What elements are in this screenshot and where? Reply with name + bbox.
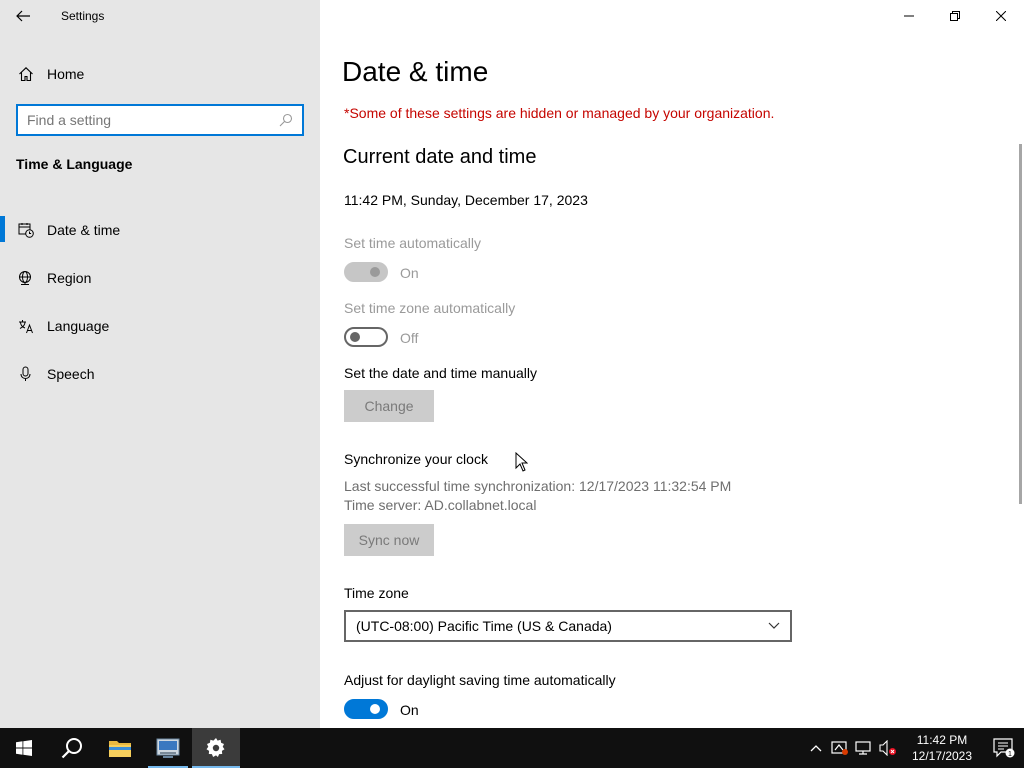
sidebar-item-label: Region — [47, 270, 92, 286]
home-icon — [17, 65, 35, 83]
dst-toggle[interactable] — [344, 699, 388, 719]
taskbar-search-button[interactable] — [48, 728, 96, 768]
sidebar-item-speech[interactable]: Speech — [0, 350, 320, 398]
dst-label: Adjust for daylight saving time automati… — [344, 672, 616, 688]
org-managed-note: *Some of these settings are hidden or ma… — [344, 105, 775, 121]
sidebar: Settings Home Time & Language Date & tim… — [0, 0, 320, 728]
section-title: Time & Language — [16, 156, 133, 172]
action-center-button[interactable]: 1 — [984, 728, 1024, 768]
start-button[interactable] — [0, 728, 48, 768]
window-controls — [886, 0, 1024, 32]
chevron-up-icon — [810, 745, 822, 752]
close-icon — [996, 11, 1006, 21]
close-button[interactable] — [978, 0, 1024, 32]
search-icon — [61, 738, 82, 759]
time-server-text: Time server: AD.collabnet.local — [344, 497, 537, 513]
sync-clock-heading: Synchronize your clock — [344, 451, 488, 467]
sidebar-item-label: Speech — [47, 366, 95, 382]
taskbar-file-explorer[interactable] — [96, 728, 144, 768]
search-box — [16, 104, 304, 136]
page-title: Date & time — [342, 56, 489, 87]
set-time-auto-label: Set time automatically — [344, 235, 481, 251]
network-icon — [855, 741, 871, 755]
sidebar-item-language[interactable]: Language — [0, 302, 320, 350]
date-time-icon — [17, 221, 35, 239]
sync-now-button[interactable]: Sync now — [344, 524, 434, 556]
security-alert-icon — [831, 741, 848, 755]
restore-icon — [950, 11, 960, 21]
set-timezone-auto-toggle[interactable] — [344, 327, 388, 347]
taskbar: 11:42 PM 12/17/2023 1 — [0, 728, 1024, 768]
current-date-time-value: 11:42 PM, Sunday, December 17, 2023 — [344, 192, 588, 208]
dst-state: On — [400, 702, 419, 718]
main-content: Date & time *Some of these settings are … — [320, 32, 1024, 728]
windows-logo-icon — [16, 740, 32, 756]
server-manager-icon — [156, 738, 180, 758]
taskbar-settings[interactable] — [192, 728, 240, 768]
tray-overflow-button[interactable] — [804, 728, 828, 768]
set-time-auto-toggle[interactable] — [344, 262, 388, 282]
current-date-time-heading: Current date and time — [343, 146, 537, 168]
tray-network-button[interactable] — [852, 728, 876, 768]
microphone-icon — [17, 365, 35, 383]
sidebar-item-home[interactable]: Home — [0, 56, 320, 92]
time-zone-label: Time zone — [344, 585, 409, 601]
taskbar-server-manager[interactable] — [144, 728, 192, 768]
taskbar-clock[interactable]: 11:42 PM 12/17/2023 — [906, 732, 978, 764]
sidebar-item-date-time[interactable]: Date & time — [0, 206, 320, 254]
minimize-button[interactable] — [886, 0, 932, 32]
back-arrow-icon — [16, 10, 30, 22]
globe-icon — [17, 269, 35, 287]
time-zone-dropdown[interactable]: (UTC-08:00) Pacific Time (US & Canada) — [344, 610, 792, 642]
titlebar-left: Settings — [0, 0, 320, 32]
folder-icon — [109, 741, 131, 757]
language-icon — [17, 317, 35, 335]
clock-time: 11:42 PM — [916, 733, 968, 747]
search-input[interactable] — [18, 112, 274, 128]
mouse-cursor-icon — [515, 452, 528, 472]
tray-security-button[interactable] — [828, 728, 852, 768]
home-label: Home — [47, 66, 85, 82]
search-icon[interactable] — [274, 108, 298, 132]
nav-list: Date & time Region Language Speech — [0, 206, 320, 398]
toggle-knob — [370, 267, 380, 277]
gear-icon — [206, 738, 225, 757]
set-timezone-auto-label: Set time zone automatically — [344, 300, 516, 316]
last-sync-text: Last successful time synchronization: 12… — [344, 478, 732, 494]
time-zone-value: (UTC-08:00) Pacific Time (US & Canada) — [356, 618, 612, 634]
set-timezone-auto-state: Off — [400, 330, 419, 346]
sidebar-item-label: Language — [47, 318, 110, 334]
app-title: Settings — [61, 9, 105, 23]
toggle-knob — [370, 704, 380, 714]
restore-button[interactable] — [932, 0, 978, 32]
change-button[interactable]: Change — [344, 390, 434, 422]
tray-volume-button[interactable] — [876, 728, 900, 768]
notification-icon: 1 — [993, 738, 1015, 758]
chevron-down-icon — [768, 622, 780, 629]
sidebar-item-label: Date & time — [47, 222, 121, 238]
system-tray: 11:42 PM 12/17/2023 1 — [804, 728, 1024, 768]
back-button[interactable] — [0, 0, 46, 32]
notification-count: 1 — [1008, 751, 1012, 758]
manual-date-time-label: Set the date and time manually — [344, 365, 538, 381]
volume-muted-icon — [879, 740, 896, 756]
minimize-icon — [904, 15, 914, 17]
set-time-auto-state: On — [400, 265, 419, 281]
sidebar-item-region[interactable]: Region — [0, 254, 320, 302]
clock-date: 12/17/2023 — [911, 749, 973, 763]
toggle-knob — [350, 332, 360, 342]
scrollbar[interactable] — [1019, 144, 1022, 504]
